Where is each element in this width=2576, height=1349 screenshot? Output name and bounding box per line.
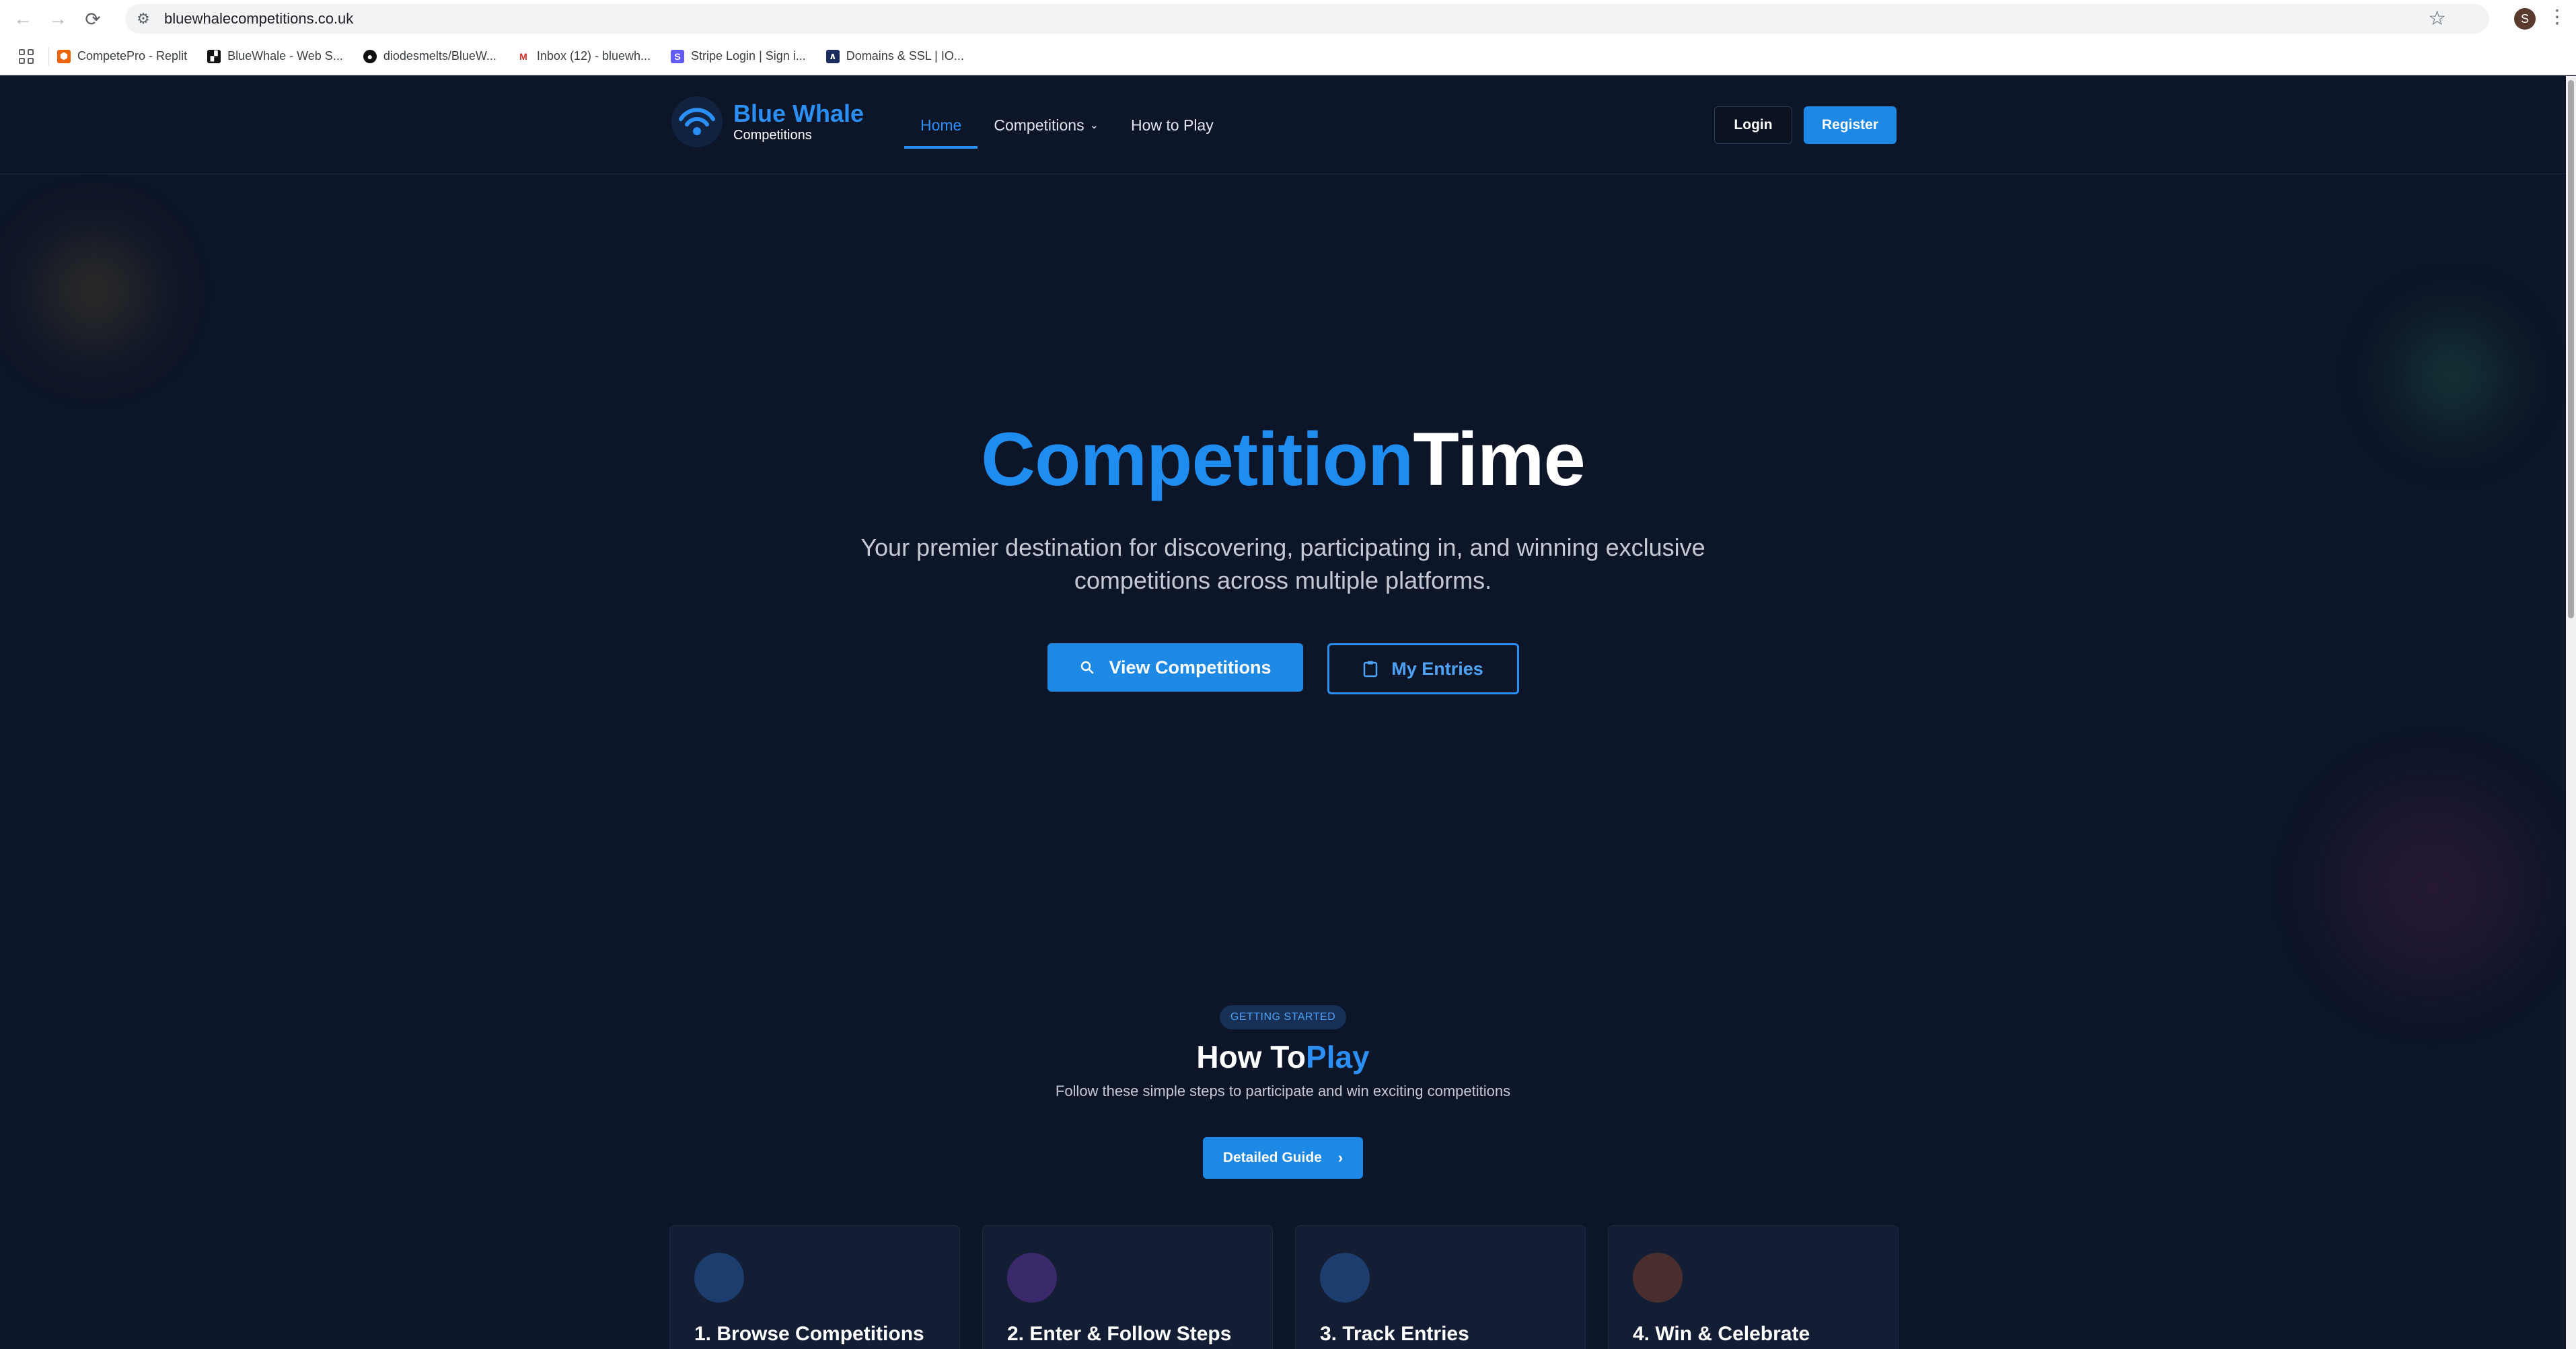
bookmark-star-icon[interactable]: ☆ — [2428, 7, 2446, 30]
bookmark-separator — [48, 46, 49, 66]
site-header: Blue Whale Competitions Home Competition… — [0, 76, 2566, 174]
bookmark-item[interactable]: ⬢ CompetePro - Replit — [57, 49, 187, 63]
apps-grid-icon[interactable] — [16, 46, 36, 67]
bookmark-label: Inbox (12) - bluewh... — [536, 49, 651, 63]
nav-label: Home — [920, 116, 962, 134]
nav-link-home[interactable]: Home — [904, 76, 978, 174]
bookmark-item[interactable]: ▞ BlueWhale - Web S... — [207, 49, 343, 63]
whale-wifi-logo-icon — [671, 96, 723, 147]
register-button[interactable]: Register — [1804, 106, 1897, 144]
my-entries-label: My Entries — [1391, 658, 1483, 679]
bookmark-label: diodesmelts/BlueW... — [383, 49, 496, 63]
getting-started-badge: GETTING STARTED — [1220, 1005, 1346, 1029]
clipboard-icon — [1363, 660, 1378, 678]
bookmark-item[interactable]: ∧ Domains & SSL | IO... — [825, 49, 964, 63]
step-title: 2. Enter & Follow Steps — [1007, 1323, 1232, 1345]
bookmark-label: Stripe Login | Sign i... — [691, 49, 806, 63]
brand-subtitle: Competitions — [733, 128, 812, 143]
detailed-guide-button[interactable]: Detailed Guide › — [1203, 1137, 1363, 1179]
background-glow — [27, 224, 161, 359]
search-icon — [1079, 659, 1095, 676]
browser-menu-icon[interactable]: ⋮ — [2548, 5, 2567, 28]
address-bar[interactable]: ⚙ bluewhalecompetitions.co.uk ☆ — [125, 4, 2489, 34]
brand-name: Blue Whale — [733, 100, 864, 127]
background-glow — [2321, 776, 2543, 998]
bookmark-label: BlueWhale - Web S... — [227, 49, 343, 63]
browser-toolbar: ← → ⟳ ⚙ bluewhalecompetitions.co.uk ☆ S … — [0, 0, 2576, 38]
bookmark-item[interactable]: ● diodesmelts/BlueW... — [363, 49, 496, 63]
bluewhale-favicon-icon: ▞ — [207, 49, 221, 63]
gmail-icon: M — [516, 49, 530, 63]
url-text[interactable]: bluewhalecompetitions.co.uk — [164, 10, 353, 28]
nav-label: Competitions — [994, 116, 1084, 134]
back-arrow-icon[interactable]: ← — [9, 5, 36, 32]
step-card-track[interactable]: 3. Track Entries — [1295, 1225, 1586, 1349]
nav-link-how-to-play[interactable]: How to Play — [1115, 76, 1230, 174]
step-card-browse[interactable]: 1. Browse Competitions — [669, 1225, 960, 1349]
brand-logo-link[interactable]: Blue Whale Competitions — [671, 96, 864, 147]
step-icon — [1320, 1253, 1370, 1303]
view-competitions-label: View Competitions — [1109, 657, 1272, 678]
main-nav: Home Competitions ⌄ How to Play — [904, 76, 1230, 174]
reload-icon[interactable]: ⟳ — [79, 5, 106, 32]
login-button[interactable]: Login — [1714, 106, 1792, 144]
step-card-win[interactable]: 4. Win & Celebrate — [1608, 1225, 1899, 1349]
domains-icon: ∧ — [825, 49, 840, 63]
hero-title-accent: Competition — [981, 417, 1413, 501]
step-title: 1. Browse Competitions — [694, 1323, 924, 1345]
hero-title: CompetitionTime — [0, 416, 2566, 503]
detailed-guide-label: Detailed Guide — [1222, 1150, 1322, 1165]
bookmark-item[interactable]: M Inbox (12) - bluewh... — [516, 49, 651, 63]
site-info-icon[interactable]: ⚙ — [132, 7, 155, 30]
nav-label: How to Play — [1131, 116, 1214, 134]
scrollbar-thumb[interactable] — [2568, 80, 2574, 618]
step-title: 4. Win & Celebrate — [1633, 1323, 1810, 1345]
nav-link-competitions[interactable]: Competitions ⌄ — [978, 76, 1115, 174]
bookmark-label: Domains & SSL | IO... — [846, 49, 964, 63]
hero-subtitle: Your premier destination for discovering… — [860, 534, 1705, 594]
step-icon — [694, 1253, 744, 1303]
step-icon — [1007, 1253, 1057, 1303]
bookmark-item[interactable]: S Stripe Login | Sign i... — [671, 49, 806, 63]
hero-title-main: Time — [1413, 417, 1585, 501]
how-to-play-subtitle: Follow these simple steps to participate… — [1055, 1083, 1511, 1099]
replit-icon: ⬢ — [57, 49, 71, 63]
bookmark-label: CompetePro - Replit — [77, 49, 188, 63]
section-title-accent: Play — [1306, 1040, 1370, 1074]
github-icon: ● — [363, 49, 377, 63]
chevron-down-icon: ⌄ — [1089, 120, 1099, 131]
page-content: Blue Whale Competitions Home Competition… — [0, 76, 2566, 1349]
step-icon — [1633, 1253, 1683, 1303]
view-competitions-button[interactable]: View Competitions — [1047, 643, 1303, 692]
section-title-main: How To — [1196, 1040, 1307, 1074]
my-entries-button[interactable]: My Entries — [1327, 643, 1519, 694]
profile-avatar[interactable]: S — [2514, 8, 2536, 30]
stripe-icon: S — [671, 49, 684, 63]
step-title: 3. Track Entries — [1320, 1323, 1469, 1345]
step-card-enter[interactable]: 2. Enter & Follow Steps — [982, 1225, 1273, 1349]
page-scrollbar[interactable] — [2566, 76, 2576, 1349]
how-to-play-title: How ToPlay — [0, 1037, 2566, 1077]
bookmarks-bar: ⬢ CompetePro - Replit ▞ BlueWhale - Web … — [0, 38, 2576, 75]
forward-arrow-icon[interactable]: → — [44, 5, 71, 32]
chevron-right-icon: › — [1337, 1149, 1344, 1166]
